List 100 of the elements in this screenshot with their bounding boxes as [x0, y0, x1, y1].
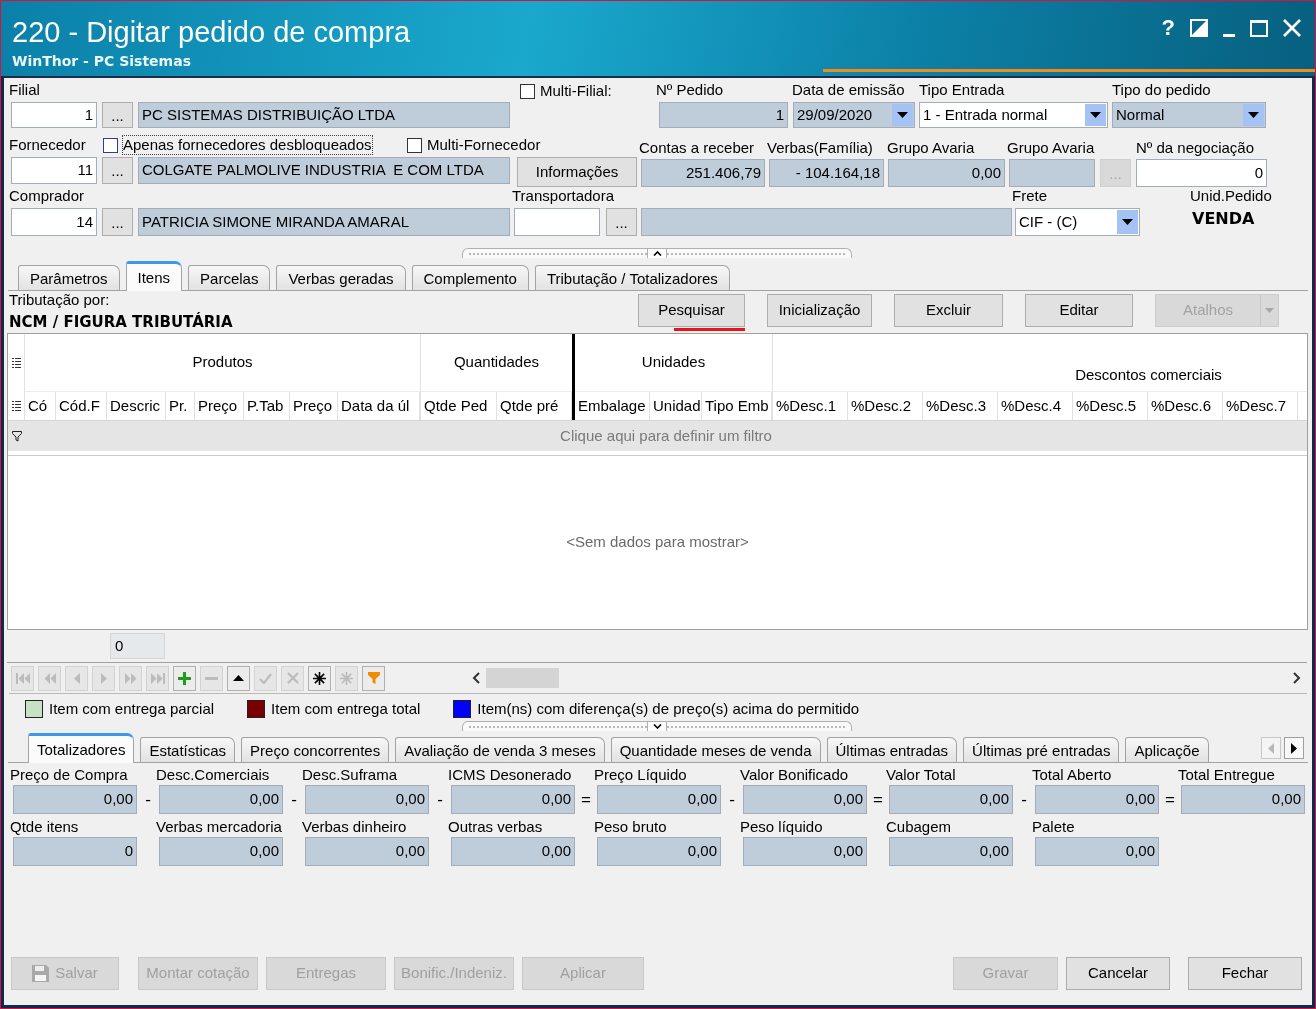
tab[interactable]: Itens	[125, 261, 183, 291]
amount-field[interactable]: - 104.164,18	[769, 159, 884, 187]
column-header[interactable]: Descric	[107, 392, 166, 420]
code-field[interactable]	[514, 208, 600, 236]
name-field[interactable]: PC SISTEMAS DISTRIBUIÇÃO LTDA	[138, 102, 510, 128]
tab[interactable]: Últimas entradas	[826, 737, 958, 762]
name-field[interactable]: PATRICIA SIMONE MIRANDA AMARAL	[138, 208, 510, 236]
half-filled-square-icon[interactable]	[1190, 19, 1208, 37]
chevron-left-icon[interactable]	[472, 672, 480, 684]
text-field[interactable]: 1	[659, 102, 788, 128]
toolbar-button[interactable]: Editar	[1025, 294, 1133, 327]
tab[interactable]: Parcelas	[188, 265, 271, 290]
scrollbar-thumb[interactable]	[486, 668, 559, 688]
code-field[interactable]: 11	[11, 157, 97, 184]
tab-scroll-right-button[interactable]	[1284, 737, 1304, 759]
amount-field[interactable]: 0,00	[743, 785, 867, 814]
amount-field[interactable]: 0,00	[743, 837, 867, 866]
tab[interactable]: Estatísticas	[140, 737, 236, 762]
close-icon[interactable]	[1283, 19, 1301, 37]
action-button[interactable]: Fechar	[1188, 957, 1302, 990]
name-field[interactable]	[641, 208, 1012, 236]
column-header[interactable]: Unidad	[650, 392, 702, 420]
column-header[interactable]: P.Tab	[244, 392, 290, 420]
navigator-button[interactable]	[227, 665, 250, 691]
tab[interactable]: Últimas pré entradas	[963, 737, 1120, 762]
tab[interactable]: Avaliação de venda 3 meses	[395, 737, 605, 762]
amount-field[interactable]: 0,00	[451, 785, 575, 814]
amount-field[interactable]: 0,00	[1181, 785, 1305, 814]
checkbox-label[interactable]: Multi-Filial:	[540, 82, 612, 100]
column-header[interactable]: %Desc.2	[848, 392, 923, 420]
amount-field[interactable]: 0,00	[305, 785, 429, 814]
column-header[interactable]: %Desc.4	[998, 392, 1073, 420]
column-header[interactable]: Preço	[195, 392, 244, 420]
help-button[interactable]: ?	[1161, 17, 1175, 39]
column-header[interactable]: %Desc.3	[923, 392, 998, 420]
amount-field[interactable]: 0,00	[159, 837, 283, 866]
checkbox[interactable]	[103, 137, 118, 153]
tab[interactable]: Parâmetros	[18, 265, 120, 290]
tab[interactable]: Verbas geradas	[276, 265, 406, 290]
checkbox[interactable]	[407, 137, 422, 153]
column-header[interactable]: %Desc.7	[1223, 392, 1298, 420]
amount-field[interactable]: 0,00	[159, 785, 283, 814]
checkbox-label[interactable]: Multi-Fornecedor	[427, 136, 541, 154]
code-field[interactable]: 14	[11, 208, 97, 236]
tab[interactable]: Aplicaçõe	[1125, 737, 1209, 762]
column-header[interactable]: Tipo Emb	[702, 392, 772, 420]
dropdown[interactable]: Normal	[1112, 102, 1266, 128]
chevron-right-icon[interactable]	[1293, 672, 1301, 684]
amount-field[interactable]: 251.406,79	[641, 159, 765, 187]
column-header[interactable]: Cód.F	[56, 392, 107, 420]
lookup-button[interactable]: ...	[606, 208, 637, 236]
column-header[interactable]: %Desc.5	[1073, 392, 1148, 420]
column-header[interactable]: Data da úl	[338, 392, 420, 420]
splitter-handle[interactable]	[462, 721, 852, 731]
toolbar-button[interactable]: Excluir	[894, 294, 1003, 327]
tab[interactable]: Quantidade meses de venda	[610, 737, 821, 762]
amount-field[interactable]: 0,00	[889, 837, 1013, 866]
left-triangle-icon	[73, 672, 80, 684]
column-header[interactable]: Qtde Ped	[421, 392, 497, 420]
column-header[interactable]: Preço	[290, 392, 338, 420]
tab[interactable]: Tributação / Totalizadores	[534, 265, 730, 290]
maximize-icon[interactable]	[1250, 19, 1268, 37]
amount-field[interactable]: 0,00	[1035, 785, 1159, 814]
action-button[interactable]: Cancelar	[1066, 957, 1170, 990]
dropdown[interactable]: 1 - Entrada normal	[919, 102, 1108, 128]
amount-field[interactable]: 0,00	[451, 837, 575, 866]
amount-field[interactable]: 0,00	[889, 785, 1013, 814]
tab[interactable]: Totalizadores	[28, 733, 135, 763]
column-header[interactable]: Pr.	[166, 392, 195, 420]
tab[interactable]: Complemento	[411, 265, 529, 290]
code-field[interactable]	[1009, 159, 1095, 187]
field-label: Qtde itens	[10, 818, 79, 836]
code-field[interactable]: 1	[11, 102, 97, 128]
amount-field[interactable]: 0,00	[13, 785, 137, 814]
amount-field[interactable]: 0,00	[305, 837, 429, 866]
navigator-button[interactable]	[308, 665, 331, 691]
amount-field[interactable]: 0,00	[1035, 837, 1159, 866]
column-header[interactable]: %Desc.6	[1148, 392, 1223, 420]
toolbar-button[interactable]: Inicialização	[767, 294, 872, 327]
amount-field[interactable]: 0,00	[597, 837, 721, 866]
name-field[interactable]: COLGATE PALMOLIVE INDUSTRIA E COM LTDA	[138, 157, 510, 184]
lookup-button[interactable]: ...	[102, 208, 133, 236]
text-field[interactable]: 0	[1136, 159, 1267, 187]
amount-field[interactable]: 0,00	[888, 159, 1005, 187]
toolbar-button[interactable]: Pesquisar	[638, 294, 745, 327]
checkbox-label[interactable]: Apenas fornecedores desbloqueados	[123, 136, 372, 154]
amount-field[interactable]: 0,00	[597, 785, 721, 814]
column-header[interactable]: Embalage	[575, 392, 650, 420]
column-header[interactable]: %Desc.1	[773, 392, 848, 420]
column-header[interactable]: Có	[25, 392, 56, 420]
checkbox[interactable]	[520, 83, 535, 99]
info-button[interactable]: Informações	[517, 157, 637, 187]
dropdown[interactable]: CIF - (C)	[1015, 208, 1140, 236]
filter-prompt[interactable]: Clique aqui para definir um filtro	[560, 424, 772, 448]
dropdown[interactable]: 29/09/2020	[793, 102, 915, 128]
amount-field[interactable]: 0	[13, 837, 137, 866]
splitter-handle[interactable]	[462, 248, 852, 258]
tab[interactable]: Preço concorrentes	[241, 737, 390, 762]
lookup-button[interactable]: ...	[102, 102, 133, 128]
lookup-button[interactable]: ...	[102, 157, 133, 184]
